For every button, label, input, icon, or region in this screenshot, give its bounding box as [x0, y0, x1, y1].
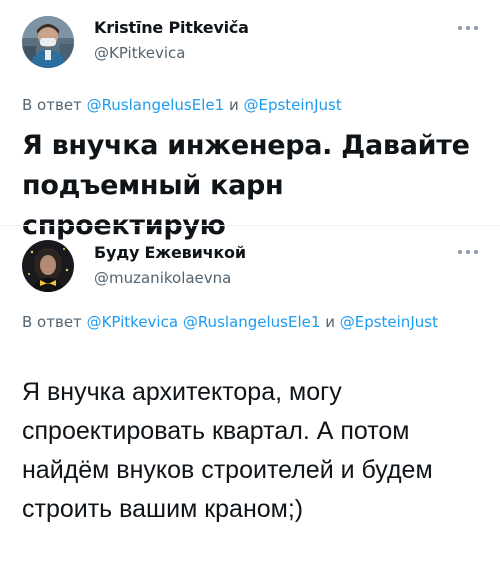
mention-link[interactable]: @EpsteinJust [340, 313, 438, 331]
author-name[interactable]: Буду Ежевичкой [94, 243, 246, 262]
reply-context: В ответ @RuslangelusEle1 и @EpsteinJust [22, 94, 482, 116]
reply-joiner: и [325, 313, 335, 331]
reply-joiner: и [228, 96, 239, 114]
avatar[interactable] [22, 16, 74, 68]
avatar[interactable] [22, 240, 74, 292]
tweet[interactable]: Kristīne Pitkeviča @KPitkevica В ответ @… [0, 0, 500, 241]
mention-link[interactable]: @KPitkevica [87, 313, 178, 331]
author-name[interactable]: Kristīne Pitkeviča [94, 18, 249, 37]
reply-context: В ответ @KPitkevica @RuslangelusEle1 и @… [22, 311, 482, 333]
mention-link[interactable]: @RuslangelusEle1 [183, 313, 321, 331]
ellipsis-icon[interactable] [458, 24, 478, 32]
author-handle[interactable]: @KPitkevica [94, 44, 185, 62]
mention-link[interactable]: @EpsteinJust [243, 96, 341, 114]
author-handle[interactable]: @muzanikolaevna [94, 269, 231, 287]
reply-prefix: В ответ [22, 96, 82, 114]
tweet-text: Я внучка архитектора, могу спроектироват… [22, 378, 433, 523]
ellipsis-icon[interactable] [458, 248, 478, 256]
mention-link[interactable]: @RuslangelusEle1 [87, 96, 225, 114]
tweet[interactable]: Буду Ежевичкой @muzanikolaevna В ответ @… [0, 226, 500, 569]
reply-prefix: В ответ [22, 313, 82, 331]
